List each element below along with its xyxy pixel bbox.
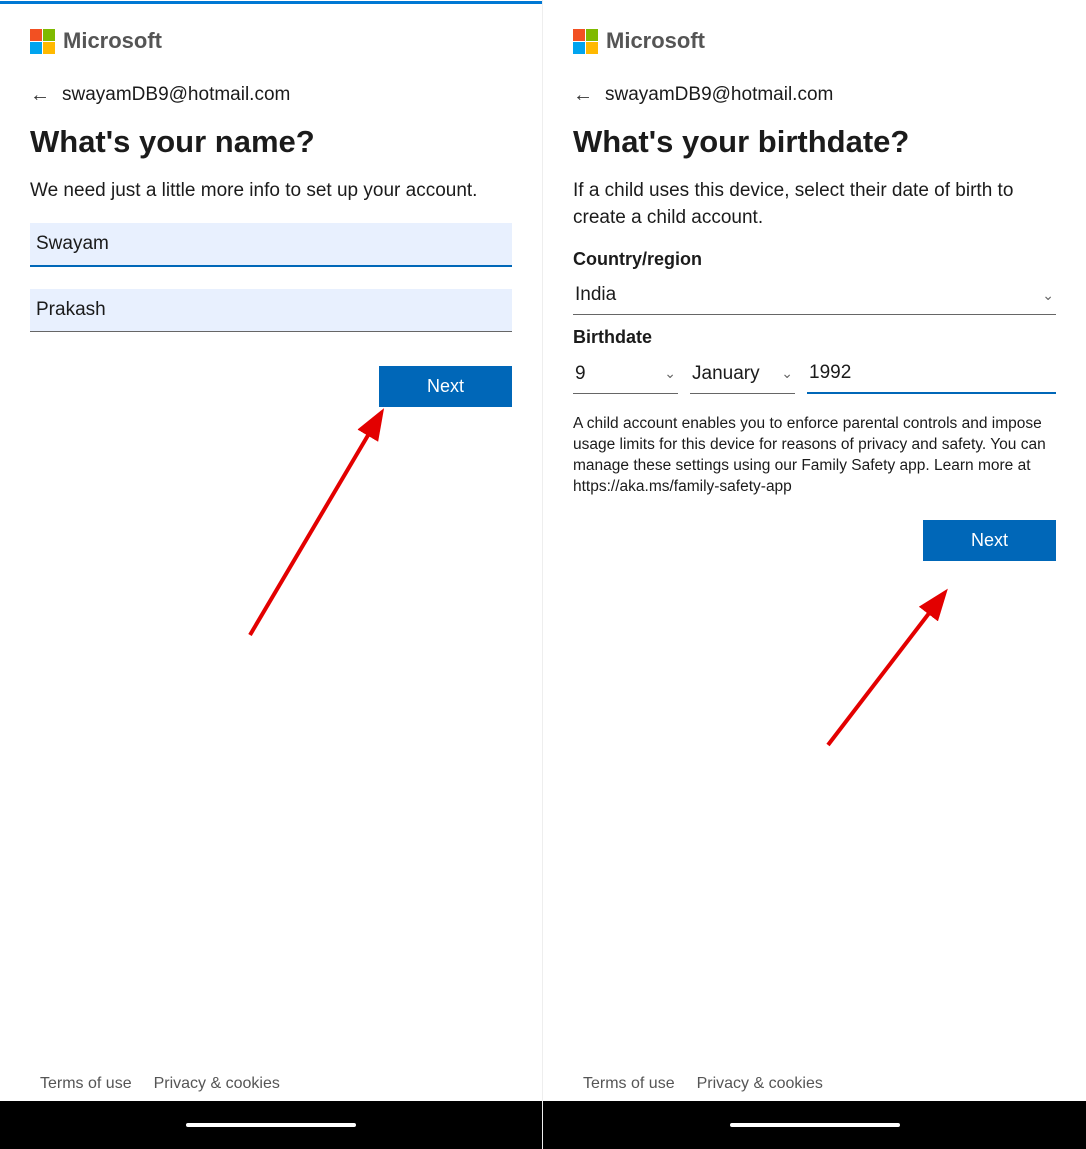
birthdate-entry-screen: Microsoft ← swayamDB9@hotmail.com What's… [543, 0, 1086, 1149]
footer-links: Terms of use Privacy & cookies [543, 1075, 1086, 1093]
footer-links: Terms of use Privacy & cookies [0, 1075, 542, 1093]
home-indicator[interactable] [186, 1123, 356, 1127]
child-account-info: A child account enables you to enforce p… [573, 414, 1056, 498]
navigation-bar [0, 1101, 542, 1149]
microsoft-brand-text: Microsoft [606, 28, 705, 54]
annotation-arrow-icon [813, 570, 983, 760]
last-name-input[interactable] [30, 289, 512, 332]
privacy-link[interactable]: Privacy & cookies [154, 1075, 280, 1093]
page-subtext: If a child uses this device, select thei… [573, 178, 1056, 231]
page-subtext: We need just a little more info to set u… [30, 178, 512, 205]
country-label: Country/region [573, 249, 1056, 270]
back-arrow-icon[interactable]: ← [573, 85, 593, 105]
chevron-down-icon: ⌄ [781, 365, 793, 382]
birthdate-label: Birthdate [573, 327, 1056, 348]
terms-link[interactable]: Terms of use [40, 1075, 132, 1093]
account-email: swayamDB9@hotmail.com [605, 84, 833, 106]
country-select[interactable]: India ⌄ [573, 278, 1056, 315]
chevron-down-icon: ⌄ [1042, 287, 1054, 304]
terms-link[interactable]: Terms of use [583, 1075, 675, 1093]
next-button[interactable]: Next [379, 366, 512, 407]
month-value: January [692, 363, 760, 385]
month-select[interactable]: January ⌄ [690, 356, 795, 394]
page-title: What's your birthdate? [573, 124, 1056, 160]
microsoft-logo-icon [573, 29, 598, 54]
day-value: 9 [575, 363, 586, 385]
annotation-arrow-icon [230, 385, 410, 655]
microsoft-logo-icon [30, 29, 55, 54]
year-input[interactable] [807, 356, 1056, 394]
day-select[interactable]: 9 ⌄ [573, 356, 678, 394]
microsoft-logo: Microsoft [573, 28, 1056, 54]
page-title: What's your name? [30, 124, 512, 160]
country-value: India [575, 284, 616, 306]
privacy-link[interactable]: Privacy & cookies [697, 1075, 823, 1093]
account-email: swayamDB9@hotmail.com [62, 84, 290, 106]
name-entry-screen: Microsoft ← swayamDB9@hotmail.com What's… [0, 0, 543, 1149]
chevron-down-icon: ⌄ [664, 365, 676, 382]
microsoft-logo: Microsoft [30, 28, 512, 54]
first-name-input[interactable] [30, 223, 512, 267]
navigation-bar [543, 1101, 1086, 1149]
next-button[interactable]: Next [923, 520, 1056, 561]
microsoft-brand-text: Microsoft [63, 28, 162, 54]
home-indicator[interactable] [730, 1123, 900, 1127]
back-arrow-icon[interactable]: ← [30, 85, 50, 105]
